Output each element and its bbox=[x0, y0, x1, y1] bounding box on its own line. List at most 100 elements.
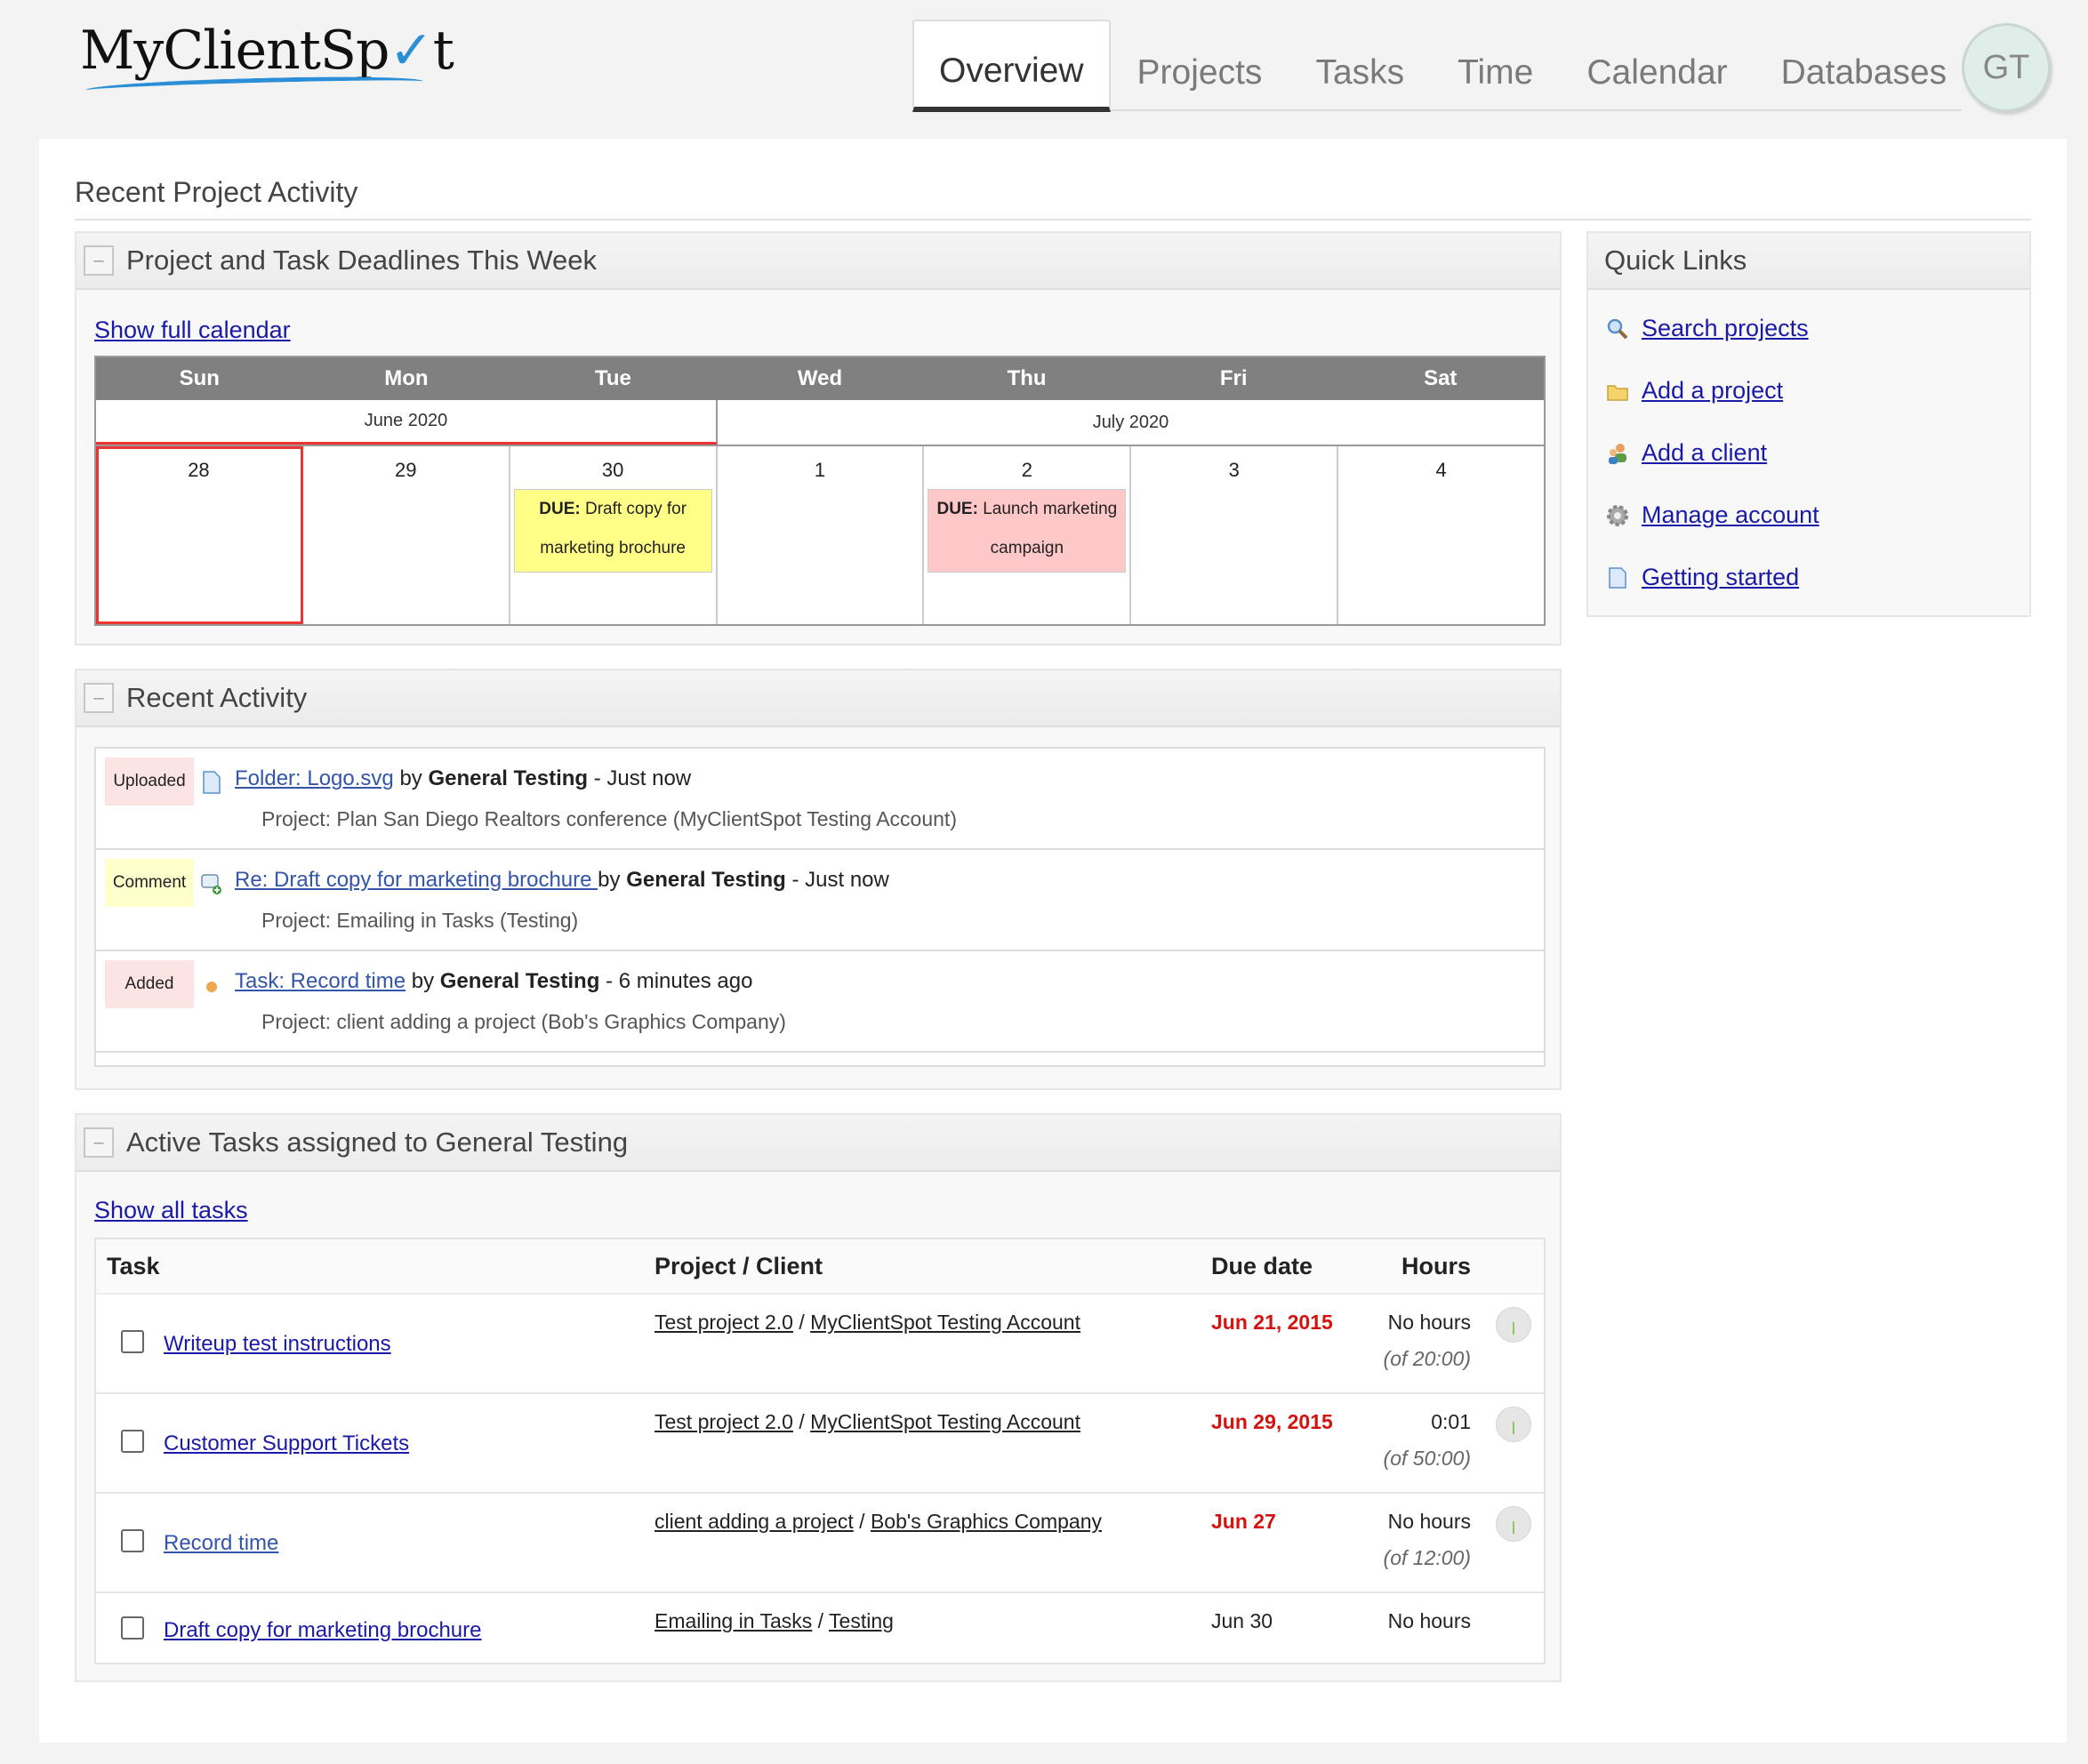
collapse-toggle[interactable]: – bbox=[84, 245, 114, 276]
day-number: 3 bbox=[1228, 459, 1240, 481]
task-hours: 0:01 (of 50:00) bbox=[1384, 1410, 1471, 1471]
client-link[interactable]: MyClientSpot Testing Account bbox=[810, 1311, 1080, 1334]
activity-link[interactable]: Task: Record time bbox=[235, 969, 406, 993]
show-all-tasks-link[interactable]: Show all tasks bbox=[94, 1197, 248, 1224]
activity-link[interactable]: Re: Draft copy for marketing brochure bbox=[235, 868, 598, 892]
task-project-client: Test project 2.0 / MyClientSpot Testing … bbox=[655, 1410, 1080, 1434]
task-checkbox[interactable] bbox=[121, 1330, 144, 1353]
day-number: 1 bbox=[814, 459, 826, 481]
activity-badge: Uploaded bbox=[105, 758, 194, 806]
quick-link-manage-account[interactable]: Manage account bbox=[1606, 501, 1819, 529]
deadlines-panel-header: – Project and Task Deadlines This Week bbox=[76, 233, 1560, 290]
quick-links-title: Quick Links bbox=[1604, 245, 1747, 276]
activity-item: Comment Re: Draft copy for marketing bro… bbox=[96, 850, 1544, 951]
quick-link-add-client[interactable]: Add a client bbox=[1606, 439, 1767, 467]
timer-icon[interactable] bbox=[1496, 1407, 1531, 1442]
task-checkbox[interactable] bbox=[121, 1430, 144, 1453]
task-name-link[interactable]: Customer Support Tickets bbox=[164, 1431, 409, 1456]
tasks-table-header: Task Project / Client Due date Hours bbox=[96, 1239, 1544, 1295]
column-header-due-date[interactable]: Due date bbox=[1211, 1253, 1313, 1280]
client-link[interactable]: Bob's Graphics Company bbox=[871, 1510, 1102, 1533]
column-header-project[interactable]: Project / Client bbox=[655, 1253, 823, 1280]
quick-link-add-project[interactable]: Add a project bbox=[1606, 377, 1783, 405]
calendar-day[interactable]: 4 bbox=[1338, 446, 1544, 624]
logo[interactable]: MyClientSp✓t bbox=[80, 20, 454, 82]
tab-tasks[interactable]: Tasks bbox=[1289, 39, 1431, 112]
task-hours: No hours (of 12:00) bbox=[1384, 1510, 1471, 1570]
tab-overview[interactable]: Overview bbox=[912, 20, 1111, 112]
quick-link-label[interactable]: Getting started bbox=[1642, 564, 1799, 591]
table-row: Draft copy for marketing brochure Emaili… bbox=[96, 1593, 1544, 1663]
user-avatar[interactable]: GT bbox=[1962, 23, 2051, 112]
active-tasks-title: Active Tasks assigned to General Testing bbox=[126, 1127, 629, 1158]
client-link[interactable]: Testing bbox=[829, 1609, 894, 1632]
task-name-link[interactable]: Draft copy for marketing brochure bbox=[164, 1618, 481, 1643]
weekday-sat: Sat bbox=[1424, 366, 1458, 390]
app-header: MyClientSp✓t Overview Projects Tasks Tim… bbox=[0, 0, 2088, 139]
activity-project: Project: Plan San Diego Realtors confere… bbox=[261, 807, 957, 830]
quick-link-label[interactable]: Search projects bbox=[1642, 315, 1809, 342]
tab-calendar[interactable]: Calendar bbox=[1560, 39, 1754, 112]
calendar-day[interactable]: 29 bbox=[303, 446, 510, 624]
task-name-link[interactable]: Record time bbox=[164, 1531, 278, 1556]
project-link[interactable]: client adding a project bbox=[655, 1510, 854, 1533]
quick-link-label[interactable]: Manage account bbox=[1642, 501, 1819, 529]
day-number: 2 bbox=[1021, 459, 1032, 481]
tab-time[interactable]: Time bbox=[1431, 39, 1560, 112]
collapse-toggle[interactable]: – bbox=[84, 1127, 114, 1158]
calendar-event-due[interactable]: DUE: Launch marketing campaign bbox=[928, 489, 1127, 573]
quick-link-getting-started[interactable]: Getting started bbox=[1606, 564, 1799, 591]
project-link[interactable]: Test project 2.0 bbox=[655, 1311, 793, 1334]
logo-text: MyClientSp bbox=[80, 20, 389, 82]
hours-budget: (of 20:00) bbox=[1383, 1347, 1471, 1370]
quick-link-label[interactable]: Add a project bbox=[1642, 377, 1783, 405]
quick-links-panel: Quick Links Search projects Add a projec… bbox=[1586, 231, 2031, 617]
calendar-days-row: 28 29 30 DUE: Draft copy for marketing b… bbox=[96, 446, 1544, 624]
task-checkbox[interactable] bbox=[121, 1616, 144, 1640]
calendar-day[interactable]: 1 bbox=[718, 446, 925, 624]
table-row: Writeup test instructions Test project 2… bbox=[96, 1295, 1544, 1394]
task-hours: No hours (of 20:00) bbox=[1384, 1311, 1471, 1371]
calendar-day[interactable]: 30 DUE: Draft copy for marketing brochur… bbox=[510, 446, 718, 624]
task-checkbox[interactable] bbox=[121, 1529, 144, 1552]
calendar-day[interactable]: 3 bbox=[1131, 446, 1339, 624]
calendar-day[interactable]: 2 DUE: Launch marketing campaign bbox=[924, 446, 1132, 624]
event-prefix: DUE: bbox=[539, 500, 581, 518]
deadlines-panel: – Project and Task Deadlines This Week S… bbox=[75, 231, 1562, 645]
show-full-calendar-link[interactable]: Show full calendar bbox=[94, 317, 291, 344]
calendar-event-due[interactable]: DUE: Draft copy for marketing brochure bbox=[513, 489, 712, 573]
project-link[interactable]: Emailing in Tasks bbox=[655, 1609, 812, 1632]
recent-activity-header: – Recent Activity bbox=[76, 670, 1560, 727]
project-link[interactable]: Test project 2.0 bbox=[655, 1410, 793, 1433]
task-name-link[interactable]: Writeup test instructions bbox=[164, 1332, 391, 1357]
document-icon bbox=[1609, 566, 1626, 589]
tab-projects[interactable]: Projects bbox=[1111, 39, 1289, 112]
page-title: Recent Project Activity bbox=[75, 165, 2031, 220]
calendar-weekday-header: Sun Mon Tue Wed Thu Fri Sat bbox=[96, 357, 1544, 400]
task-due-date: Jun 29, 2015 bbox=[1211, 1410, 1333, 1433]
event-text: Launch marketing campaign bbox=[983, 500, 1118, 557]
tab-databases[interactable]: Databases bbox=[1755, 39, 1973, 112]
weekday-tue: Tue bbox=[595, 366, 631, 390]
weekday-sun: Sun bbox=[179, 366, 220, 390]
collapse-toggle[interactable]: – bbox=[84, 683, 114, 713]
activity-item: Added Task: Record time by General Testi… bbox=[96, 951, 1544, 1053]
activity-user: General Testing bbox=[439, 969, 600, 993]
quick-link-search-projects[interactable]: Search projects bbox=[1606, 315, 1809, 342]
client-link[interactable]: MyClientSpot Testing Account bbox=[810, 1410, 1080, 1433]
activity-user: General Testing bbox=[428, 766, 589, 790]
active-tasks-panel: – Active Tasks assigned to General Testi… bbox=[75, 1113, 1562, 1682]
column-header-task[interactable]: Task bbox=[107, 1253, 160, 1280]
activity-summary: Folder: Logo.svg by General Testing - Ju… bbox=[235, 766, 691, 791]
weekday-mon: Mon bbox=[384, 366, 429, 390]
calendar-month-row: June 2020 July 2020 bbox=[96, 400, 1544, 446]
timer-icon[interactable] bbox=[1496, 1506, 1531, 1542]
activity-badge: Added bbox=[105, 960, 194, 1008]
column-header-hours[interactable]: Hours bbox=[1401, 1253, 1471, 1280]
quick-link-label[interactable]: Add a client bbox=[1642, 439, 1767, 467]
timer-icon[interactable] bbox=[1496, 1307, 1531, 1343]
calendar-day[interactable]: 28 bbox=[96, 446, 303, 624]
activity-by: by bbox=[411, 969, 435, 993]
activity-link[interactable]: Folder: Logo.svg bbox=[235, 766, 394, 790]
day-number: 4 bbox=[1435, 459, 1447, 481]
